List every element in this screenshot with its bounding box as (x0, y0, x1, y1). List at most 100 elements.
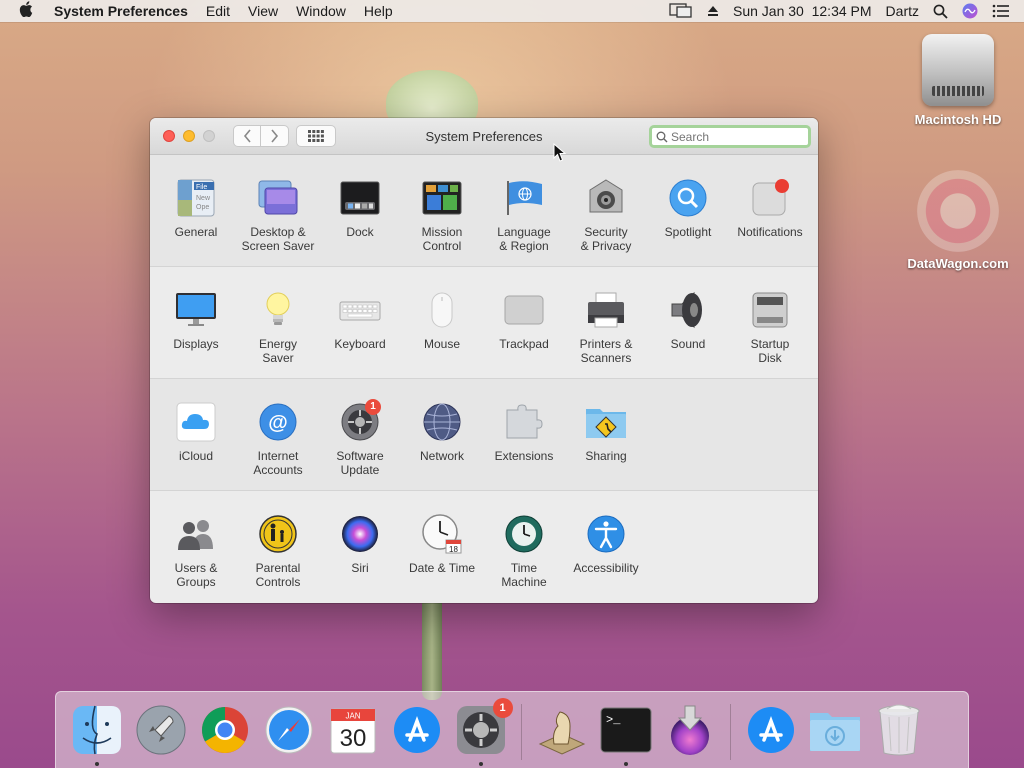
pane-icloud[interactable]: iCloud (155, 379, 237, 490)
pane-printers-scanners[interactable]: Printers & Scanners (565, 267, 647, 378)
airplay-display-icon[interactable] (669, 3, 693, 19)
system-preferences-window: System Preferences File New Ope General De… (150, 118, 818, 603)
notification-center-icon[interactable] (992, 4, 1010, 18)
window-titlebar[interactable]: System Preferences (150, 118, 818, 155)
siri-icon (339, 513, 381, 555)
spotlight-search-icon[interactable] (933, 4, 948, 19)
pane-dock[interactable]: Dock (319, 155, 401, 266)
dock-launchpad[interactable] (134, 700, 189, 760)
running-indicator (95, 762, 99, 766)
startup-disk-icon (749, 289, 791, 331)
pane-language-region[interactable]: Language & Region (483, 155, 565, 266)
zoom-window-button[interactable] (203, 130, 215, 142)
dock-system-preferences[interactable]: 1 (454, 698, 513, 766)
help-menu[interactable]: Help (355, 3, 402, 19)
search-icon (656, 131, 668, 142)
dock-chrome[interactable] (198, 700, 253, 760)
minimize-window-button[interactable] (183, 130, 195, 142)
dock-terminal[interactable]: >_ (599, 700, 654, 766)
dock-finder[interactable] (70, 700, 125, 766)
trash-icon (878, 704, 920, 756)
desktop-icon-macintosh-hd[interactable]: Macintosh HD (903, 34, 1013, 127)
menubar-clock[interactable]: Sun Jan 30 12:34 PM (733, 3, 872, 19)
users-groups-icon (175, 513, 217, 555)
pane-users-groups[interactable]: Users & Groups (155, 491, 237, 603)
pane-energy-saver[interactable]: Energy Saver (237, 267, 319, 378)
pane-label: General (174, 225, 218, 239)
pane-spotlight[interactable]: Spotlight (647, 155, 729, 266)
pane-label: Network (419, 449, 464, 463)
pane-extensions[interactable]: Extensions (483, 379, 565, 490)
dock-app-store-downloads[interactable] (744, 700, 799, 760)
pane-displays[interactable]: Displays (155, 267, 237, 378)
app-menu[interactable]: System Preferences (52, 3, 197, 19)
network-icon (421, 401, 463, 443)
forward-button[interactable] (261, 125, 289, 147)
dock-downloads-folder[interactable] (808, 700, 863, 760)
pane-label: Mouse (423, 337, 461, 351)
dock-icon (339, 177, 381, 219)
launchpad-rocket-icon (136, 705, 186, 755)
pane-date-time[interactable]: 18 Date & Time (401, 491, 483, 603)
desktop-icon-datawagon[interactable]: DataWagon.com (903, 170, 1013, 271)
search-input[interactable] (671, 129, 801, 144)
installer-icon (671, 705, 709, 755)
apple-menu-icon[interactable] (0, 1, 52, 21)
wallpaper-stem (422, 590, 442, 700)
datawagon-logo-icon (917, 170, 999, 252)
pane-accessibility[interactable]: Accessibility (565, 491, 647, 603)
internet-accounts-icon: @ (257, 401, 299, 443)
edit-menu[interactable]: Edit (197, 3, 239, 19)
dock-trash[interactable] (872, 700, 927, 760)
search-field[interactable] (649, 125, 811, 148)
pane-label: Notifications (737, 225, 803, 239)
menubar-user[interactable]: Dartz (886, 3, 919, 19)
eject-icon[interactable] (707, 5, 719, 17)
pane-sound[interactable]: Sound (647, 267, 729, 378)
dock-safari[interactable] (262, 700, 317, 760)
dock-app-store[interactable] (390, 700, 445, 760)
pane-software-update[interactable]: 1 Software Update (319, 379, 401, 490)
pane-siri[interactable]: Siri (319, 491, 401, 603)
pane-internet-accounts[interactable]: @ Internet Accounts (237, 379, 319, 490)
pane-sharing[interactable]: Sharing (565, 379, 647, 490)
keyboard-icon (339, 289, 381, 331)
show-all-button[interactable] (296, 125, 336, 147)
pane-notifications[interactable]: Notifications (729, 155, 811, 266)
pane-keyboard[interactable]: Keyboard (319, 267, 401, 378)
notifications-icon (749, 177, 791, 219)
sharing-icon (585, 401, 627, 443)
pane-label: Keyboard (334, 337, 386, 351)
pane-general[interactable]: File New Ope General (155, 155, 237, 266)
window-menu[interactable]: Window (287, 3, 355, 19)
dock-chess[interactable] (535, 700, 590, 760)
pane-mouse[interactable]: Mouse (401, 267, 483, 378)
pane-network[interactable]: Network (401, 379, 483, 490)
pane-trackpad[interactable]: Trackpad (483, 267, 565, 378)
svg-text:New: New (196, 195, 211, 202)
pane-section-1: File New Ope General Desktop & Screen Save… (150, 155, 818, 267)
back-button[interactable] (233, 125, 261, 147)
chevron-right-icon (271, 129, 279, 143)
pane-label: Extensions (494, 449, 554, 463)
pane-mission-control[interactable]: Mission Control (401, 155, 483, 266)
pane-security-privacy[interactable]: Security & Privacy (565, 155, 647, 266)
pane-parental-controls[interactable]: Parental Controls (237, 491, 319, 603)
pane-label: Displays (173, 337, 219, 351)
close-window-button[interactable] (163, 130, 175, 142)
pane-label: Dock (346, 225, 374, 239)
chrome-icon (202, 707, 248, 753)
update-badge: 1 (365, 399, 381, 415)
displays-icon (175, 289, 217, 331)
pane-time-machine[interactable]: Time Machine (483, 491, 565, 603)
pane-label: Mission Control (421, 225, 463, 253)
dock-installer[interactable] (663, 700, 718, 760)
pane-startup-disk[interactable]: Startup Disk (729, 267, 811, 378)
pane-label: Sound (670, 337, 706, 351)
view-menu[interactable]: View (239, 3, 287, 19)
accessibility-icon (585, 513, 627, 555)
pane-label: Internet Accounts (253, 449, 303, 477)
dock-calendar[interactable]: JAN 30 (326, 700, 381, 760)
pane-desktop-screen-saver[interactable]: Desktop & Screen Saver (237, 155, 319, 266)
siri-menubar-icon[interactable] (962, 3, 978, 19)
